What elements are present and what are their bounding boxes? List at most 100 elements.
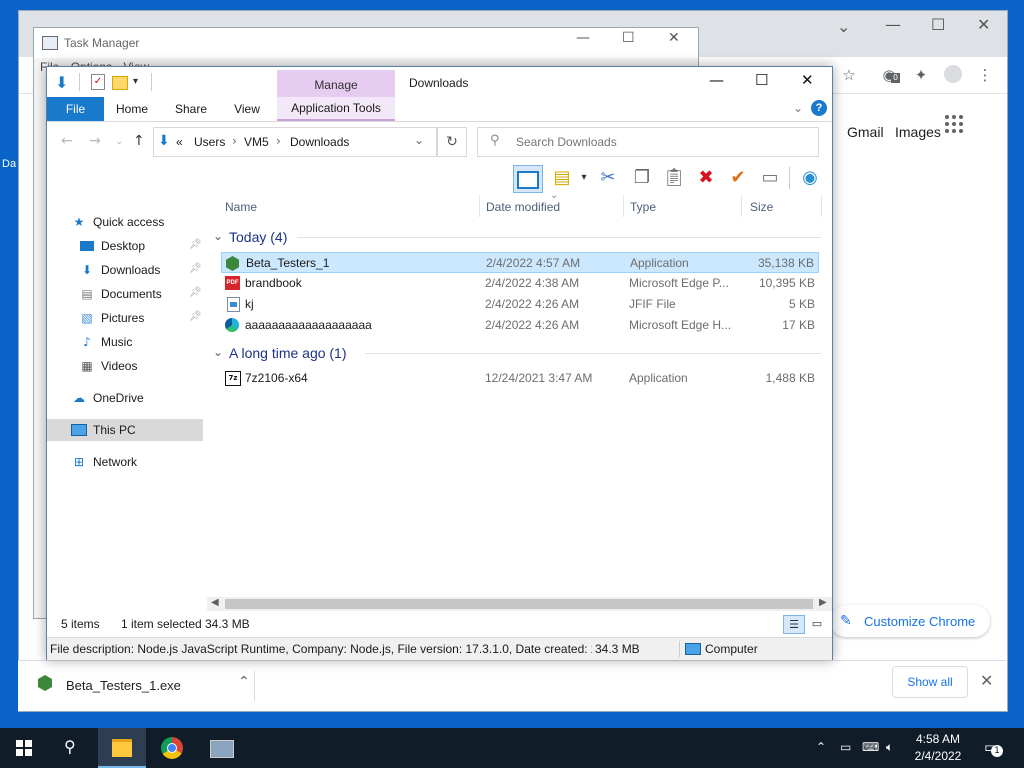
- scroll-right-icon[interactable]: ▶: [819, 597, 827, 608]
- properties-check-icon[interactable]: ✓: [89, 73, 107, 91]
- close-shelf-icon[interactable]: ✕: [980, 671, 993, 690]
- start-button[interactable]: [0, 728, 48, 768]
- qat-customize-icon[interactable]: ▾: [133, 73, 151, 91]
- paste-clipboard-icon[interactable]: 📋︎: [661, 165, 687, 191]
- column-divider[interactable]: [821, 195, 822, 217]
- chrome-maximize-button[interactable]: ☐: [931, 15, 945, 34]
- file-row[interactable]: Beta_Testers_1 2/4/2022 4:57 AM Applicat…: [221, 252, 819, 273]
- tab-application-tools[interactable]: Application Tools: [277, 97, 395, 121]
- column-size[interactable]: Size: [750, 200, 773, 214]
- forward-arrow-icon[interactable]: →: [89, 133, 101, 149]
- group-header-today[interactable]: ⌄ Today (4): [213, 227, 821, 249]
- file-explorer-taskbar-button[interactable]: [98, 728, 146, 768]
- search-input[interactable]: [514, 132, 808, 152]
- column-name[interactable]: Name: [225, 200, 257, 214]
- nav-videos[interactable]: ▦ Videos: [47, 355, 203, 377]
- file-row[interactable]: PDF brandbook 2/4/2022 4:38 AM Microsoft…: [221, 273, 819, 294]
- network-globe-icon[interactable]: ◉: [797, 165, 823, 191]
- tab-file[interactable]: File: [47, 97, 104, 121]
- column-type[interactable]: Type: [630, 200, 656, 214]
- tm-minimize-button[interactable]: —: [576, 30, 590, 46]
- nav-quick-access[interactable]: ★ Quick access: [47, 211, 203, 233]
- horizontal-scrollbar[interactable]: ◀ ▶: [207, 597, 832, 611]
- properties-down-arrow-icon[interactable]: ⬇: [55, 73, 73, 92]
- nav-network[interactable]: ⊞ Network: [47, 451, 203, 473]
- address-bar[interactable]: ⬇ « Users › VM5 › Downloads ⌄: [153, 127, 437, 157]
- task-manager-taskbar-button[interactable]: [198, 728, 246, 768]
- images-link[interactable]: Images: [895, 124, 941, 140]
- explorer-minimize-button[interactable]: —: [709, 71, 724, 89]
- column-divider[interactable]: [741, 195, 742, 217]
- gmail-link[interactable]: Gmail: [847, 124, 884, 140]
- file-row[interactable]: aaaaaaaaaaaaaaaaaaa 2/4/2022 4:26 AM Mic…: [221, 315, 819, 336]
- preview-pane-icon[interactable]: [513, 165, 543, 193]
- back-arrow-icon[interactable]: ←: [61, 133, 73, 149]
- scrollbar-thumb[interactable]: [225, 599, 813, 609]
- column-date-modified[interactable]: Date modified: [486, 200, 560, 214]
- customize-chrome-button[interactable]: ✎ Customize Chrome: [830, 605, 990, 637]
- action-center-icon[interactable]: ▭1: [984, 738, 1003, 757]
- ribbon-expand-chevron-icon[interactable]: ⌄: [793, 101, 803, 115]
- keyboard-tray-icon[interactable]: ⌨: [862, 740, 879, 754]
- rename-check-icon[interactable]: ✔: [725, 165, 751, 191]
- details-view-icon[interactable]: ☰: [783, 615, 805, 634]
- help-icon[interactable]: ?: [811, 100, 827, 116]
- system-clock[interactable]: 4:58 AM 2/4/2022: [908, 731, 968, 765]
- group-header-long-ago[interactable]: ⌄ A long time ago (1): [213, 343, 821, 365]
- nav-pictures[interactable]: ▧ Pictures 📌︎: [47, 307, 203, 329]
- manage-tab[interactable]: Manage: [277, 70, 395, 97]
- recent-locations-icon[interactable]: ⌄: [115, 136, 123, 147]
- search-taskbar-button[interactable]: ⚲: [48, 728, 96, 768]
- properties-card-icon[interactable]: ▭: [757, 165, 783, 191]
- scroll-left-icon[interactable]: ◀: [211, 597, 219, 608]
- search-box[interactable]: ⚲: [477, 127, 819, 157]
- address-prefix[interactable]: «: [176, 135, 183, 149]
- tab-share[interactable]: Share: [165, 97, 217, 121]
- chrome-menu-icon[interactable]: ⋮: [975, 65, 995, 85]
- chrome-tab-search-icon[interactable]: ⌄: [837, 17, 850, 36]
- extension-status-icon[interactable]: ◉ 0: [879, 65, 901, 85]
- address-dropdown-icon[interactable]: ⌄: [414, 133, 424, 147]
- nav-onedrive[interactable]: ☁ OneDrive: [47, 387, 203, 409]
- column-divider[interactable]: [623, 195, 624, 217]
- google-apps-icon[interactable]: [945, 115, 963, 133]
- dropdown-arrow-icon[interactable]: ▾: [571, 165, 597, 191]
- refresh-button[interactable]: ↻: [437, 127, 467, 157]
- extensions-puzzle-icon[interactable]: ✦: [911, 65, 931, 85]
- delete-x-icon[interactable]: ✖: [693, 165, 719, 191]
- pin-icon[interactable]: 📌︎: [189, 311, 202, 322]
- nav-desktop[interactable]: Desktop 📌︎: [47, 235, 203, 257]
- chevron-up-icon[interactable]: ⌃: [238, 674, 250, 690]
- tm-close-button[interactable]: ✕: [668, 30, 680, 46]
- chrome-taskbar-button[interactable]: [148, 728, 196, 768]
- breadcrumb-users[interactable]: Users: [194, 135, 225, 149]
- breadcrumb-vm5[interactable]: VM5: [244, 135, 269, 149]
- show-all-button[interactable]: Show all: [892, 666, 968, 698]
- nav-music[interactable]: ♪ Music: [47, 331, 203, 353]
- up-arrow-icon[interactable]: ↑: [133, 133, 145, 149]
- desktop-icon-label[interactable]: Da: [2, 158, 16, 170]
- tab-view[interactable]: View: [225, 97, 269, 121]
- pin-icon[interactable]: 📌︎: [189, 287, 202, 298]
- tab-home[interactable]: Home: [107, 97, 157, 121]
- nav-documents[interactable]: ▤ Documents 📌︎: [47, 283, 203, 305]
- profile-avatar-icon[interactable]: [943, 65, 963, 85]
- nav-downloads[interactable]: ⬇ Downloads 📌︎: [47, 259, 203, 281]
- chrome-minimize-button[interactable]: —: [885, 15, 901, 34]
- pin-icon[interactable]: 📌︎: [189, 239, 202, 250]
- nav-this-pc[interactable]: This PC: [47, 419, 203, 441]
- chrome-close-button[interactable]: ✕: [977, 15, 990, 34]
- file-row[interactable]: 7z 7z2106-x64 12/24/2021 3:47 AM Applica…: [221, 368, 819, 389]
- new-folder-icon[interactable]: [111, 73, 129, 91]
- explorer-maximize-button[interactable]: ☐: [755, 71, 768, 89]
- file-row[interactable]: kj 2/4/2022 4:26 AM JFIF File 5 KB: [221, 294, 819, 315]
- tm-maximize-button[interactable]: ☐: [622, 30, 635, 46]
- show-hidden-icons-icon[interactable]: ⌃: [816, 740, 826, 754]
- network-tray-icon[interactable]: ▭: [840, 740, 851, 754]
- download-item[interactable]: Beta_Testers_1.exe ⌃: [32, 671, 255, 701]
- breadcrumb-downloads[interactable]: Downloads: [290, 135, 349, 149]
- large-icons-view-icon[interactable]: ▭: [807, 615, 827, 632]
- cut-scissors-icon[interactable]: ✂: [595, 165, 621, 191]
- volume-muted-icon[interactable]: 🔈︎: [886, 740, 893, 755]
- pin-icon[interactable]: 📌︎: [189, 263, 202, 274]
